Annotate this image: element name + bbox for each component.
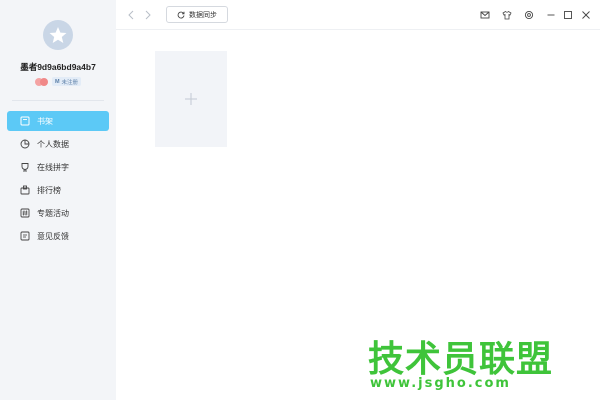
minimize-icon bbox=[547, 14, 554, 15]
close-icon bbox=[581, 10, 590, 19]
sync-button[interactable]: 数据同步 bbox=[166, 6, 228, 23]
sidebar-nav: 书架 个人数据 在线拼字 排行榜 专题活动 意见反馈 bbox=[7, 111, 109, 249]
vip-icon bbox=[34, 77, 48, 86]
avatar[interactable] bbox=[43, 20, 73, 50]
site-watermark: 技术员联盟 www.jsgho.com bbox=[368, 330, 558, 396]
trophy-icon bbox=[20, 162, 30, 172]
status-badge-label: 未注册 bbox=[61, 79, 79, 86]
plus-icon bbox=[185, 93, 197, 105]
star-icon bbox=[49, 27, 67, 43]
settings-button[interactable] bbox=[523, 9, 534, 20]
close-button[interactable] bbox=[580, 9, 591, 20]
ranking-icon bbox=[20, 185, 30, 195]
skin-button[interactable] bbox=[501, 9, 512, 20]
forward-button[interactable] bbox=[143, 9, 153, 21]
watermark-url: www.jsgho.com bbox=[370, 376, 511, 391]
sidebar-item-label: 在线拼字 bbox=[37, 162, 69, 172]
chevron-left-icon bbox=[128, 10, 134, 20]
back-button[interactable] bbox=[126, 9, 136, 21]
status-badge[interactable]: M 未注册 bbox=[51, 77, 82, 86]
sidebar-item-feedback[interactable]: 意见反馈 bbox=[7, 226, 109, 246]
sidebar-item-online-typing[interactable]: 在线拼字 bbox=[7, 157, 109, 177]
sidebar-item-label: 排行榜 bbox=[37, 185, 61, 195]
username: 墨者9d9a6bd9a4b7 bbox=[20, 62, 96, 72]
chevron-right-icon bbox=[145, 10, 151, 20]
refresh-icon bbox=[177, 11, 185, 18]
sidebar-item-label: 个人数据 bbox=[37, 139, 69, 149]
sidebar-item-leaderboard[interactable]: 排行榜 bbox=[7, 180, 109, 200]
sidebar: 墨者9d9a6bd9a4b7 M 未注册 书架 个人数据 在线拼字 排行榜 专题… bbox=[0, 0, 116, 400]
sidebar-item-personal-data[interactable]: 个人数据 bbox=[7, 134, 109, 154]
maximize-icon bbox=[563, 10, 572, 19]
message-button[interactable] bbox=[479, 9, 490, 20]
mail-icon bbox=[480, 11, 489, 18]
sidebar-item-special-events[interactable]: 专题活动 bbox=[7, 203, 109, 223]
gear-icon bbox=[524, 10, 533, 19]
bookshelf-icon bbox=[20, 116, 30, 126]
sidebar-item-label: 书架 bbox=[37, 116, 53, 126]
top-toolbar: 数据同步 bbox=[116, 0, 600, 30]
sidebar-item-bookshelf[interactable]: 书架 bbox=[7, 111, 109, 131]
tshirt-icon bbox=[501, 10, 512, 19]
sidebar-item-label: 意见反馈 bbox=[37, 231, 69, 241]
watermark-title: 技术员联盟 bbox=[368, 339, 554, 380]
clock-chart-icon bbox=[20, 139, 30, 149]
feedback-icon bbox=[20, 231, 30, 241]
user-badges: M 未注册 bbox=[0, 77, 116, 86]
sidebar-divider bbox=[12, 100, 104, 101]
sync-button-label: 数据同步 bbox=[189, 11, 217, 19]
add-book-card[interactable] bbox=[155, 51, 227, 147]
maximize-button[interactable] bbox=[562, 9, 573, 20]
minimize-button[interactable] bbox=[545, 9, 556, 20]
hashtag-icon bbox=[20, 208, 30, 218]
mail-icon: M bbox=[54, 78, 60, 85]
sidebar-item-label: 专题活动 bbox=[37, 208, 69, 218]
